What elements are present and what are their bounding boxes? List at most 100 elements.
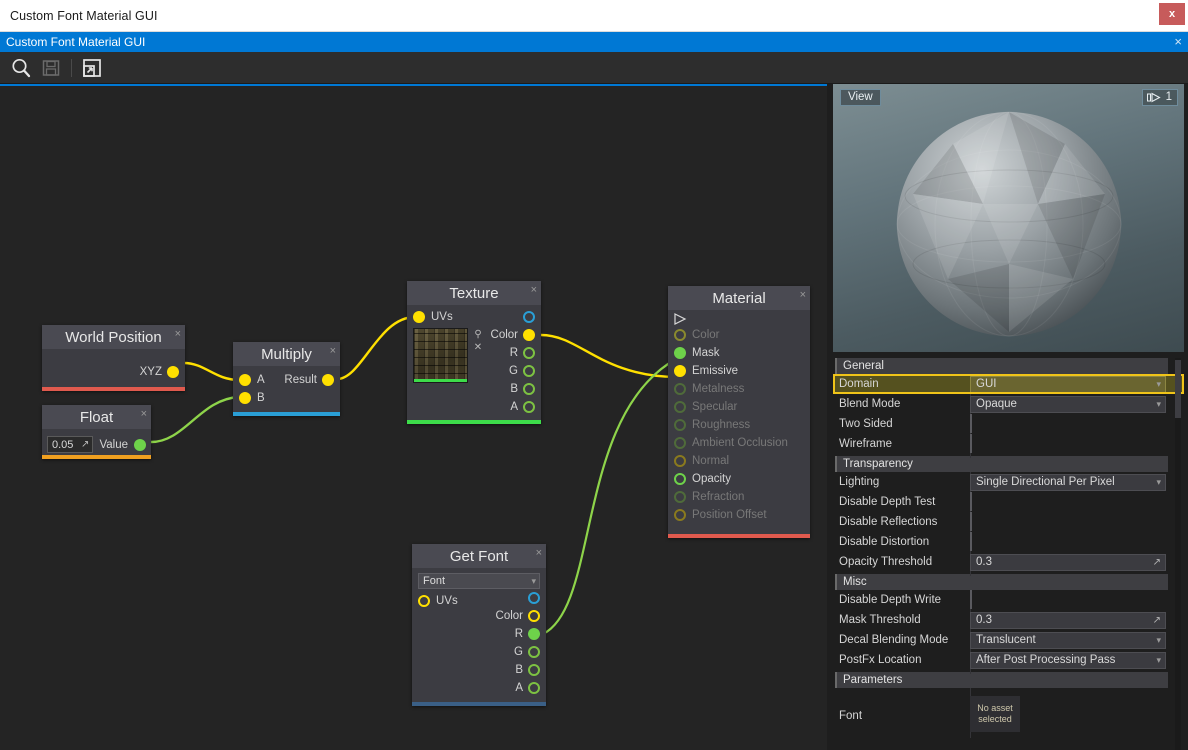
port-row-metalness[interactable]: Metalness [668, 380, 810, 398]
expand-icon[interactable]: ↗ [81, 439, 89, 450]
port-dot-mask[interactable] [674, 347, 686, 359]
property-row-decal-blending-mode[interactable]: Decal Blending Mode Translucent ▾ [833, 630, 1184, 650]
close-icon[interactable]: × [531, 284, 537, 296]
port-dot-rgba[interactable] [523, 311, 535, 323]
port-dot-g[interactable] [528, 646, 540, 658]
property-row-font[interactable]: Font No asset selected [833, 688, 1184, 738]
mask-threshold-input[interactable]: 0.3 ↗ [970, 611, 1166, 629]
property-row-mask-threshold[interactable]: Mask Threshold 0.3 ↗ [833, 610, 1184, 630]
port-row-specular[interactable]: Specular [668, 398, 810, 416]
blend-mode-combo[interactable]: Opaque ▾ [970, 395, 1166, 413]
node-header[interactable]: Texture × [407, 281, 541, 305]
close-icon[interactable]: × [141, 408, 147, 420]
port-row-output-g[interactable]: G [471, 362, 541, 380]
property-row-two-sided[interactable]: Two Sided [833, 414, 1184, 434]
chevron-down-icon[interactable]: ▾ [1156, 655, 1161, 666]
port-dot-a[interactable] [528, 682, 540, 694]
node-header[interactable]: World Position × [42, 325, 185, 349]
property-row-blend-mode[interactable]: Blend Mode Opaque ▾ [833, 394, 1184, 414]
port-dot-specular[interactable] [674, 401, 686, 413]
port-dot-a[interactable] [239, 374, 251, 386]
property-row-lighting[interactable]: Lighting Single Directional Per Pixel ▾ [833, 472, 1184, 492]
port-dot-xyz[interactable] [167, 366, 179, 378]
property-row-wireframe[interactable]: Wireframe [833, 434, 1184, 454]
wireframe-checkbox[interactable] [970, 434, 972, 453]
draw-calls-stat[interactable]: 1 [1141, 89, 1178, 106]
properties-scrollbar-thumb[interactable] [1175, 360, 1181, 418]
font-select-combo[interactable]: Font ▾ [418, 573, 540, 589]
port-row-ambient-occlusion[interactable]: Ambient Occlusion [668, 434, 810, 452]
chevron-down-icon[interactable]: ▾ [1156, 477, 1161, 488]
port-dot-b[interactable] [523, 383, 535, 395]
port-row-output-result[interactable]: Result [284, 371, 340, 389]
port-dot-opacity[interactable] [674, 473, 686, 485]
port-dot-result[interactable] [322, 374, 334, 386]
window-close-button[interactable]: x [1159, 3, 1185, 25]
node-world-position[interactable]: World Position × XYZ [42, 325, 185, 391]
port-dot-roughness[interactable] [674, 419, 686, 431]
port-row-output-b[interactable]: B [471, 380, 541, 398]
node-material[interactable]: Material × Color Mask Emissive Metalness… [668, 286, 810, 538]
two-sided-checkbox[interactable] [970, 414, 972, 433]
port-row-output[interactable] [476, 589, 546, 607]
disable-depth-test-checkbox[interactable] [970, 492, 972, 511]
port-dot-ambient-occlusion[interactable] [674, 437, 686, 449]
port-dot-normal[interactable] [674, 455, 686, 467]
port-dot-uvs[interactable] [418, 595, 430, 607]
lighting-combo[interactable]: Single Directional Per Pixel ▾ [970, 473, 1166, 491]
port-dot-color[interactable] [528, 610, 540, 622]
chevron-down-icon[interactable]: ▾ [1156, 635, 1161, 646]
port-dot-color[interactable] [523, 329, 535, 341]
font-asset-picker[interactable]: No asset selected [970, 696, 1020, 732]
port-dot-metalness[interactable] [674, 383, 686, 395]
chevron-down-icon[interactable]: ▾ [1156, 379, 1161, 390]
property-row-disable-reflections[interactable]: Disable Reflections [833, 512, 1184, 532]
port-row-normal[interactable]: Normal [668, 452, 810, 470]
port-row-output-color[interactable]: Color [471, 326, 541, 344]
port-row-roughness[interactable]: Roughness [668, 416, 810, 434]
port-row-output[interactable] [471, 308, 541, 326]
port-row-output[interactable]: XYZ [140, 363, 185, 381]
chevron-down-icon[interactable]: ▾ [1156, 399, 1161, 410]
save-icon[interactable] [36, 54, 66, 82]
port-row-refraction[interactable]: Refraction [668, 488, 810, 506]
port-row-emissive[interactable]: Emissive [668, 362, 810, 380]
property-row-opacity-threshold[interactable]: Opacity Threshold 0.3 ↗ [833, 552, 1184, 572]
port-row-output-a[interactable]: A [471, 398, 541, 416]
texture-thumbnail[interactable] [413, 328, 468, 383]
chevron-down-icon[interactable]: ▾ [531, 576, 536, 587]
expand-icon[interactable]: ↗ [1153, 557, 1161, 568]
disable-distortion-checkbox[interactable] [970, 532, 972, 551]
port-dot-b[interactable] [528, 664, 540, 676]
node-header[interactable]: Float × [42, 405, 151, 429]
port-dot-r[interactable] [528, 628, 540, 640]
document-tab-close-icon[interactable]: × [1174, 34, 1182, 50]
expand-icon[interactable]: ↗ [1153, 615, 1161, 626]
port-dot-rgba[interactable] [528, 592, 540, 604]
port-dot-b[interactable] [239, 392, 251, 404]
node-texture[interactable]: Texture × UVs ⚲ ✕ Color R G B A [407, 281, 541, 424]
port-dot-emissive[interactable] [674, 365, 686, 377]
port-dot-uvs[interactable] [413, 311, 425, 323]
port-dot-refraction[interactable] [674, 491, 686, 503]
view-button[interactable]: View [840, 89, 881, 106]
port-row-output-r[interactable]: R [471, 344, 541, 362]
close-icon[interactable]: × [800, 289, 806, 301]
disable-reflections-checkbox[interactable] [970, 512, 972, 531]
material-preview-viewport[interactable]: View 1 [833, 84, 1184, 352]
postfx-location-combo[interactable]: After Post Processing Pass ▾ [970, 651, 1166, 669]
property-row-postfx-location[interactable]: PostFx Location After Post Processing Pa… [833, 650, 1184, 670]
port-dot-value[interactable] [134, 438, 146, 451]
fit-to-window-icon[interactable] [77, 54, 107, 82]
port-dot-color[interactable] [674, 329, 686, 341]
port-row-position-offset[interactable]: Position Offset [668, 506, 810, 524]
port-row-input-b[interactable]: B [233, 389, 340, 407]
port-row-mask[interactable]: Mask [668, 344, 810, 362]
port-row-output-g[interactable]: G [476, 643, 546, 661]
port-row-output-color[interactable]: Color [476, 607, 546, 625]
search-icon[interactable] [6, 54, 36, 82]
decal-blending-mode-combo[interactable]: Translucent ▾ [970, 631, 1166, 649]
opacity-threshold-input[interactable]: 0.3 ↗ [970, 553, 1166, 571]
port-dot-a[interactable] [523, 401, 535, 413]
node-multiply[interactable]: Multiply × A B Result [233, 342, 340, 416]
